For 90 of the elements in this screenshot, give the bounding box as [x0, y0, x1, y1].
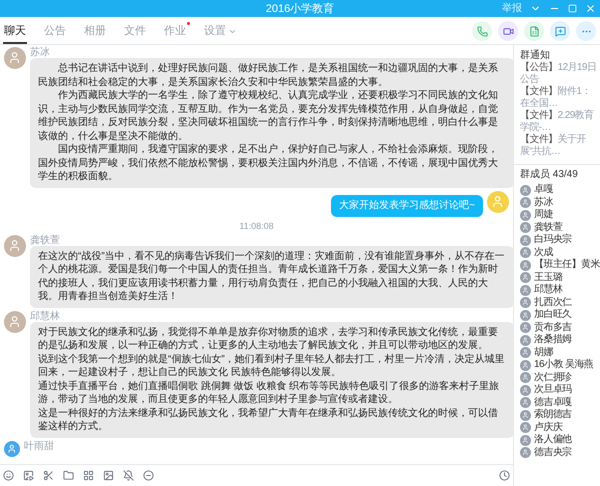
avatar: [520, 184, 531, 196]
avatar: [520, 322, 531, 334]
member-name[interactable]: 卓嘎: [534, 184, 553, 196]
emoji-icon[interactable]: [3, 470, 14, 481]
tab[interactable]: 聊天: [3, 24, 27, 44]
timestamp: 11:08:08: [239, 220, 274, 232]
avatar: [520, 197, 531, 208]
phone-button[interactable]: [472, 21, 492, 41]
avatar: [520, 347, 531, 358]
member-name[interactable]: 16小教 吴海燕: [534, 359, 594, 372]
video-camera-icon: [502, 26, 514, 36]
member-name[interactable]: 贡布多吉: [534, 322, 572, 334]
sender-name: 叶雨甜: [24, 440, 54, 454]
notice-item[interactable]: 【文件】附件1：在全国…: [520, 86, 600, 110]
member-name[interactable]: 次成: [534, 246, 553, 259]
message-paragraph: 在这次的“战役”当中，看不见的病毒告诉我们一个深刻的道理：灾难面前，没有谁能置身事外，从不存在一个人的桃花源。爱国是我们每一个中国人的责任担当。青年成长道路千万条，爱国大义第一条！作为新时代的接班人，我们更应该用读书积蓄力量，用行动肩负责任，把自己的小我融入祖国的大我、人民的大我。用青春担当创造美好生活！: [38, 250, 506, 304]
avatar: [520, 310, 531, 321]
avatar: [520, 272, 531, 284]
window-title: 2016小学教育: [266, 2, 334, 16]
message-paragraph: 这是一种很好的方法来继承和弘扬民族文化，我希望广大青年在继承和弘扬民族传统文化的时候，可以借鉴这样的方式。: [38, 406, 499, 434]
member-name[interactable]: 索朗德吉: [534, 409, 572, 422]
video-button[interactable]: [498, 21, 518, 41]
member-name[interactable]: 洛人偏他: [534, 434, 572, 446]
message-paragraph: 国内疫情严重期间，我遵守国家的要求，足不出户，保护好自己与家人，不给社会添麻烦。现阶段，国外疫情局势严峻，我们依然不能放松警惕，要积极关注国内外消息，不信谣，不传谣，展现中国优秀大学生的积极面貌。: [38, 143, 499, 184]
bell-off-icon[interactable]: [123, 470, 134, 481]
member-name[interactable]: 周婕: [534, 209, 553, 222]
avatar: [520, 260, 531, 271]
member-name[interactable]: 德吉卓嘎: [534, 396, 572, 409]
close-icon[interactable]: [585, 3, 596, 14]
animated-image-icon[interactable]: [23, 470, 34, 481]
avatar: [520, 397, 531, 408]
member-name[interactable]: 苏冰: [534, 196, 553, 209]
avatar: [520, 434, 531, 446]
message-paragraph: 通过快手直播平台，她们直播唱侗歌 跳侗舞 做饭 收粮食 织布等等民族特色吸引了很多的游客来村子里旅游，带动了当地的发展，而且使更多的年轻人愿意回到村子里参与宣传或者建设。: [38, 380, 500, 406]
image-icon[interactable]: [103, 470, 114, 481]
avatar: [520, 410, 531, 421]
notice-item[interactable]: 【文件】2.29教育学院-…: [520, 110, 600, 134]
member-name[interactable]: 白玛央宗: [534, 234, 572, 246]
avatar: [4, 234, 26, 256]
message-plus-icon: [554, 26, 566, 36]
member-name[interactable]: 德吉央宗: [534, 446, 572, 459]
avatar: [4, 440, 20, 456]
section-title: 群成员 43/49: [520, 168, 579, 181]
message-paragraph: 说到这个我第一个想到的就是“侗族七仙女”，她们看到村子里年轻人都去打工，村里一片冷清，决定从城里回来，一起建设村子，想让自己的民族文化 民族特色能够得以发展。: [38, 352, 506, 380]
member-name[interactable]: 次仁拥珍: [534, 372, 572, 384]
folder-icon[interactable]: [63, 470, 74, 481]
notice-item[interactable]: 【公告】12月19日公告: [520, 62, 600, 86]
member-name[interactable]: 洛桑措姆: [534, 334, 572, 346]
member-name[interactable]: 【班主任】黄米: [534, 259, 600, 272]
avatar: [520, 422, 531, 434]
avatar: [520, 447, 531, 458]
phone-icon: [476, 26, 488, 36]
avatar: [4, 47, 26, 69]
avatar: [520, 297, 531, 308]
spreadsheet-button[interactable]: [524, 21, 544, 41]
minus-circle-icon[interactable]: [143, 470, 154, 481]
avatar: [520, 247, 531, 258]
avatar: [520, 210, 531, 221]
member-name[interactable]: 龚轶萱: [534, 222, 562, 234]
avatar: [520, 360, 531, 371]
message-paragraph: 作为西藏民族大学的一名学生，除了遵守校规校纪、认真完成学业，还要积极学习不同民族的文化知识，主动与少数民族同学交流，互帮互助。作为一名党员，要充分发挥先锋模范作用，从自身做起，自觉维护民族团结，反对民族分裂，坚决同破坏祖国统一的言行作斗争，时刻保持清晰地思维，明白什么事是该做的，什么事是坚决不能做的。: [38, 89, 499, 143]
member-name[interactable]: 扎西次仁: [534, 296, 572, 309]
spreadsheet-icon: [528, 26, 540, 36]
message-paragraph: 对于民族文化的继承和弘扬，我觉得不单单是放弃你对物质的追求，去学习和传承民族文化传统，最重要的是弘扬和发展，以一种正确的方式，让更多的人主动地去了解民族文化，并且可以带动地区的发展。: [38, 326, 499, 352]
member-name[interactable]: 邱慧林: [534, 284, 562, 296]
sender-name: 邱慧林: [30, 310, 61, 322]
member-name[interactable]: 胡娜: [534, 346, 553, 359]
member-name[interactable]: 加白旺久: [534, 309, 572, 322]
section-title: 群通知: [520, 49, 551, 62]
sender-name: 苏冰: [30, 47, 51, 58]
member-name[interactable]: 王玉璐: [534, 272, 562, 284]
scissors-icon[interactable]: [43, 470, 54, 481]
avatar: [520, 372, 531, 384]
maximize-icon[interactable]: [568, 4, 577, 13]
avatar: [520, 234, 531, 246]
avatar: [520, 334, 531, 346]
message-paragraph: 总书记在讲话中说到，处理好民族问题、做好民族工作，是关系祖国统一和边疆巩固的大事，是关系民族团结和社会稳定的大事，是关系国家长治久安和中华民族繁荣昌盛的大事。: [38, 62, 499, 89]
message-button[interactable]: [550, 21, 570, 41]
avatar: [520, 284, 531, 296]
grid-icon[interactable]: [83, 470, 94, 481]
member-name[interactable]: 次旦卓玛: [534, 384, 572, 396]
avatar: [4, 310, 26, 332]
message-bubble: 大家开始发表学习感想讨论吧~: [331, 194, 483, 216]
avatar: [520, 222, 531, 234]
notice-item[interactable]: 【文件】关于开展“共抗…: [520, 134, 600, 158]
avatar: [487, 190, 509, 212]
member-name[interactable]: 卢庆庆: [534, 422, 562, 434]
sender-name: 龚轶萱: [30, 234, 61, 246]
avatar: [520, 384, 531, 396]
history-icon[interactable]: [499, 470, 510, 481]
